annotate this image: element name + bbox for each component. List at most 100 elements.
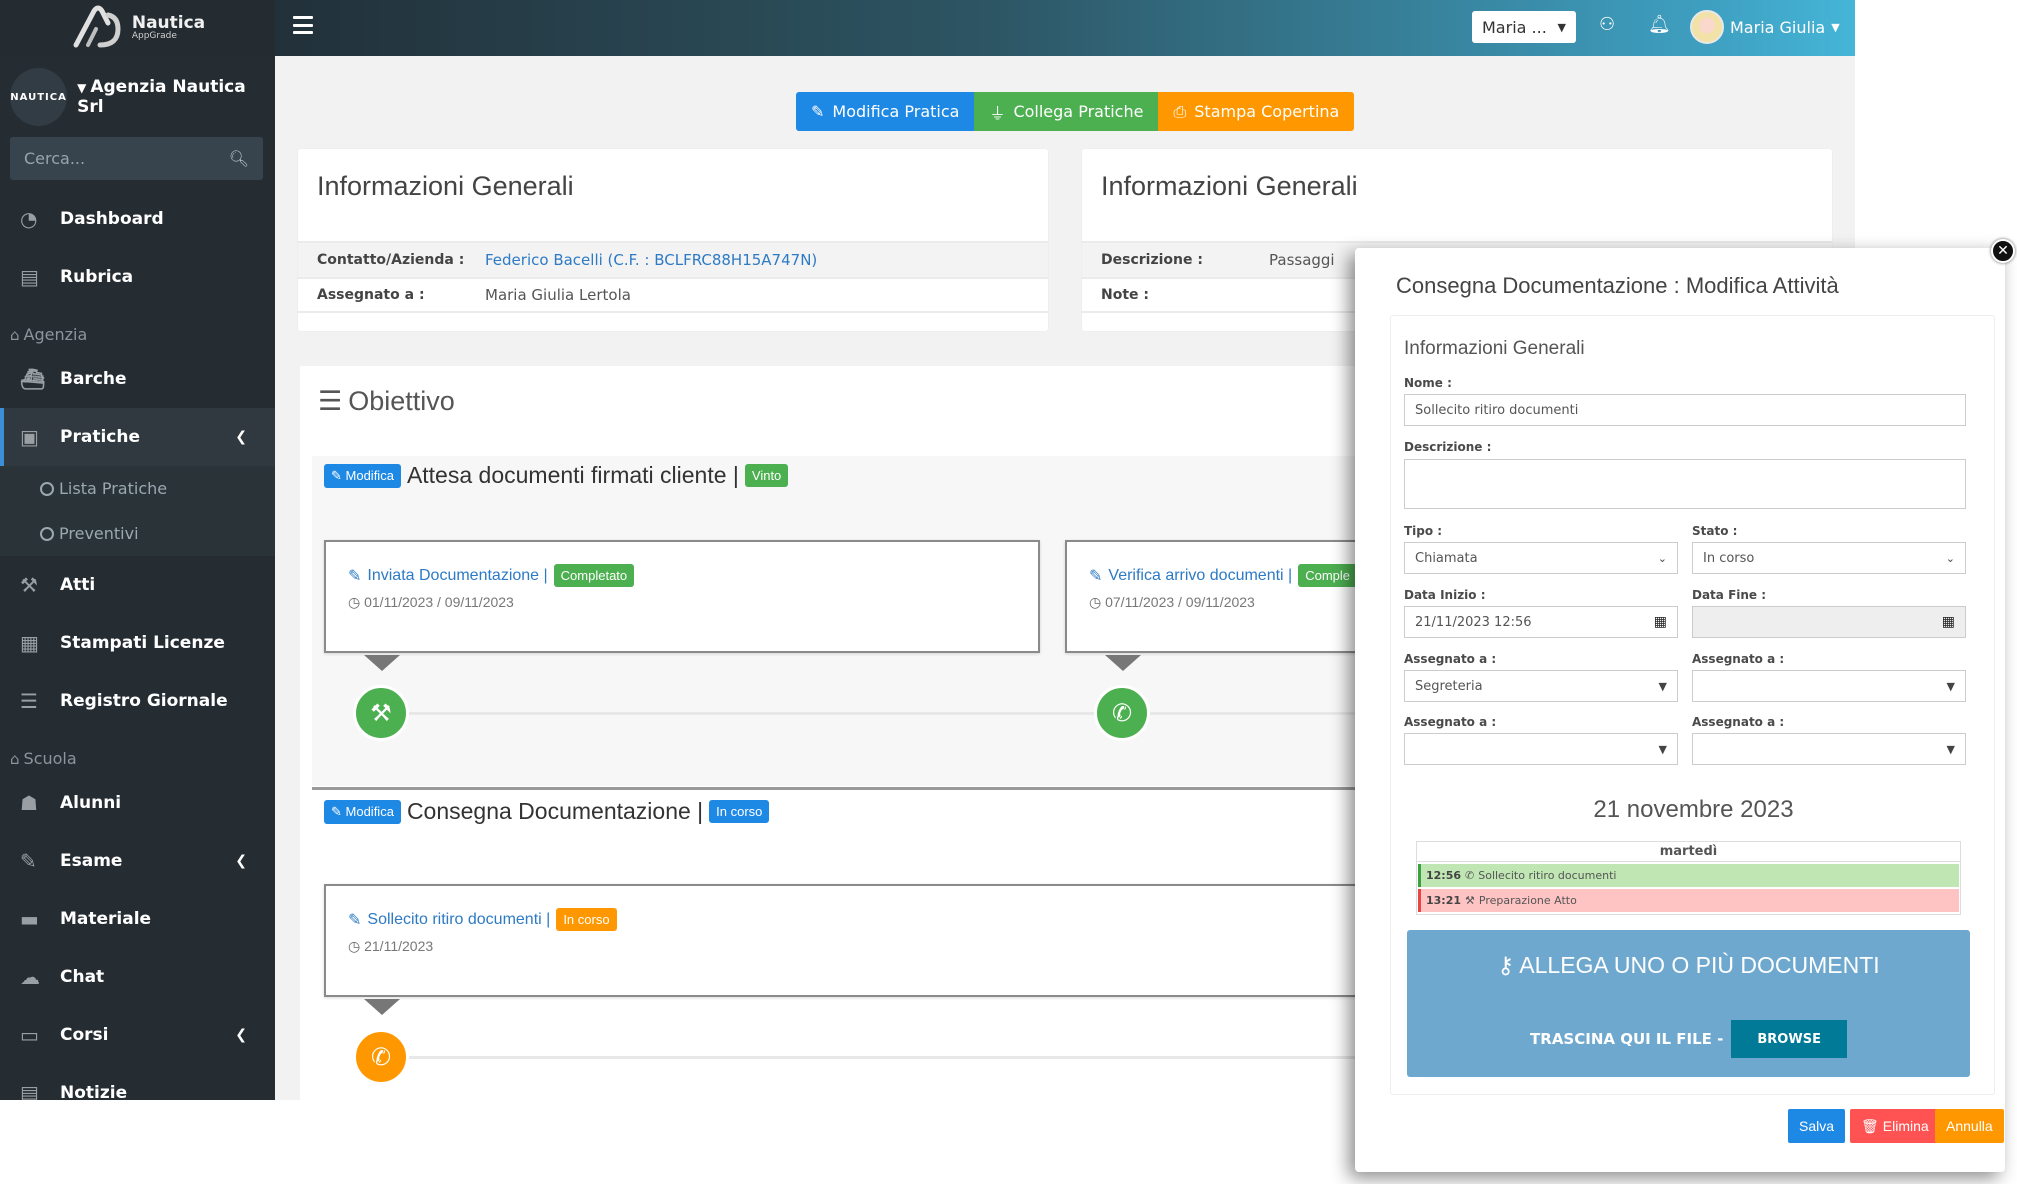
sidebar-item-barche[interactable]: ⛴ Barche (0, 350, 275, 408)
user-network-icon[interactable]: ⚇ (1599, 14, 1615, 35)
task-link[interactable]: Verifica arrivo documenti | (1108, 567, 1292, 585)
data-fine-input[interactable]: ▦ (1692, 606, 1966, 638)
user-select-value: Maria ... (1482, 17, 1547, 37)
button-label: Modifica (345, 803, 394, 819)
agency-switcher[interactable]: NAUTICA ▼ Agenzia Nautica Srl (10, 68, 275, 126)
nautica-logo-icon (73, 5, 121, 48)
task-link[interactable]: Inviata Documentazione | (367, 567, 547, 585)
hamburger-menu-icon[interactable] (293, 16, 313, 34)
nome-input[interactable]: Sollecito ritiro documenti (1404, 394, 1966, 426)
info-value: Passaggi (1269, 251, 1335, 269)
assegnato-label: Assegnato a : (1404, 652, 1497, 666)
data-inizio-input[interactable]: 21/11/2023 12:56 ▦ (1404, 606, 1678, 638)
task-link[interactable]: Sollecito ritiro documenti | (367, 911, 550, 929)
sidebar-item-chat[interactable]: ☁ Chat (0, 948, 275, 1006)
assegnato-select-4[interactable]: ▼ (1692, 733, 1966, 765)
calendar-date: 21 novembre 2023 (1593, 796, 1794, 823)
calendar-event[interactable]: 12:56 ✆ Sollecito ritiro documenti (1418, 864, 1959, 887)
sidebar-item-label: Alunni (60, 793, 122, 813)
tipo-select[interactable]: Chiamata ⌄ (1404, 542, 1678, 574)
chat-icon: ☁ (20, 965, 40, 989)
salva-button[interactable]: Salva (1788, 1109, 1846, 1143)
sidebar-nav: ◔ Dashboard ▤ Rubrica ⌂ Agenzia ⛴ Barche ▣ Pr… (0, 190, 275, 1100)
user-menu[interactable]: Maria Giulia ▼ (1690, 10, 1840, 44)
phase-header: ✎ Modifica Consegna Documentazione | In … (324, 798, 770, 825)
info-row: Contatto/Azienda : Federico Bacelli (C.F… (298, 241, 1048, 277)
edit-icon[interactable]: ✎ (348, 566, 361, 586)
stampa-copertina-button[interactable]: ⎙ Stampa Copertina (1158, 92, 1355, 131)
info-label: Descrizione : (1101, 252, 1203, 268)
dropzone-hint: TRASCINA QUI IL FILE - (1530, 1030, 1724, 1048)
clock-icon: ◷ (348, 594, 361, 610)
sidebar-item-stampati-licenze[interactable]: ▦ Stampati Licenze (0, 614, 275, 672)
plug-icon: ⏚ (989, 103, 1006, 123)
tipo-value: Chiamata (1415, 550, 1478, 566)
caret-down-icon: ▼ (1658, 679, 1667, 693)
modifica-pratica-button[interactable]: ✎ Modifica Pratica (796, 92, 975, 131)
sidebar-item-label: Esame (60, 851, 123, 871)
sidebar-item-esame[interactable]: ✎ Esame ❮ (0, 832, 275, 890)
close-icon[interactable]: ✕ (1991, 239, 2015, 263)
button-label: Salva (1799, 1118, 1835, 1134)
status-badge: Vinto (744, 464, 789, 487)
avatar (1690, 10, 1724, 44)
descrizione-textarea[interactable] (1404, 459, 1966, 509)
print-icon: ⎙ (1173, 101, 1187, 121)
calendar-icon[interactable]: ▦ (1942, 614, 1955, 630)
status-badge: Completato (553, 564, 635, 587)
stato-select[interactable]: In corso ⌄ (1692, 542, 1966, 574)
agency-name: Agenzia Nautica Srl (77, 77, 246, 117)
calendar-icon[interactable]: ▦ (1654, 614, 1667, 630)
graduate-icon: ☗ (20, 791, 38, 815)
assegnato-value: Segreteria (1415, 678, 1483, 694)
sidebar-item-atti[interactable]: ⚒ Atti (0, 556, 275, 614)
search-icon[interactable]: 🔍︎ (229, 149, 249, 168)
user-select[interactable]: Maria ... ▼ (1472, 11, 1576, 43)
calendar-event[interactable]: 13:21 ⚒ Preparazione Atto (1418, 889, 1959, 912)
day-calendar: martedì 12:56 ✆ Sollecito ritiro documenti… (1416, 841, 1961, 915)
collega-pratiche-button[interactable]: ⏚ Collega Pratiche (974, 92, 1159, 131)
annulla-button[interactable]: Annulla (1935, 1109, 2004, 1143)
brand-logo[interactable]: Nautica AppGrade (0, 0, 275, 56)
contact-link[interactable]: Federico Bacelli (C.F. : BCLFRC88H15A747… (485, 251, 817, 269)
edit-icon[interactable]: ✎ (348, 910, 361, 930)
browse-button[interactable]: BROWSE (1731, 1020, 1847, 1058)
assegnato-select-3[interactable]: ▼ (1404, 733, 1678, 765)
sidebar-item-preventivi[interactable]: Preventivi (0, 511, 275, 556)
caret-down-icon: ▼ (1831, 20, 1840, 34)
task-dates: 01/11/2023 / 09/11/2023 (364, 594, 514, 610)
gavel-icon: ⚒ (353, 685, 409, 741)
dashboard-icon: ◔ (20, 207, 38, 231)
sidebar-item-notizie[interactable]: ▤ Notizie (0, 1064, 275, 1100)
objective-title-text: Obiettivo (348, 386, 455, 416)
sidebar-item-label: Stampati Licenze (60, 633, 225, 653)
file-dropzone[interactable]: ⚷ ALLEGA UNO O PIÙ DOCUMENTI TRASCINA QU… (1407, 930, 1970, 1077)
modifica-phase-button[interactable]: ✎ Modifica (324, 463, 401, 488)
phone-icon: ✆ (1094, 685, 1150, 741)
sidebar-item-alunni[interactable]: ☗ Alunni (0, 774, 275, 832)
stato-label: Stato : (1692, 524, 1738, 538)
nome-value: Sollecito ritiro documenti (1415, 402, 1579, 418)
sidebar-item-rubrica[interactable]: ▤ Rubrica (0, 248, 275, 306)
sidebar-item-materiale[interactable]: ▬ Materiale (0, 890, 275, 948)
sidebar-item-label: Lista Pratiche (59, 479, 168, 498)
button-label: Annulla (1946, 1118, 1993, 1134)
objective-title: ☰ Obiettivo (318, 386, 455, 417)
modifica-phase-button[interactable]: ✎ Modifica (324, 799, 401, 824)
sidebar-item-registro-giornale[interactable]: ☰ Registro Giornale (0, 672, 275, 730)
sidebar-item-label: Corsi (60, 1025, 109, 1045)
assegnato-select-1[interactable]: Segreteria ▼ (1404, 670, 1678, 702)
caret-down-icon: ▼ (1658, 742, 1667, 756)
exam-icon: ✎ (20, 849, 37, 873)
search-input[interactable] (24, 149, 204, 168)
sidebar-item-lista-pratiche[interactable]: Lista Pratiche (0, 466, 275, 511)
task-pointer (364, 999, 400, 1015)
sidebar-item-pratiche[interactable]: ▣ Pratiche ❮ (0, 408, 275, 466)
elimina-button[interactable]: 🗑︎ Elimina (1850, 1109, 1940, 1143)
bell-icon[interactable]: 🔔︎ (1648, 14, 1671, 35)
sidebar-item-dashboard[interactable]: ◔ Dashboard (0, 190, 275, 248)
assegnato-select-2[interactable]: ▼ (1692, 670, 1966, 702)
edit-icon[interactable]: ✎ (1089, 566, 1102, 586)
list-icon: ☰ (20, 689, 38, 713)
sidebar-item-corsi[interactable]: ▭ Corsi ❮ (0, 1006, 275, 1064)
